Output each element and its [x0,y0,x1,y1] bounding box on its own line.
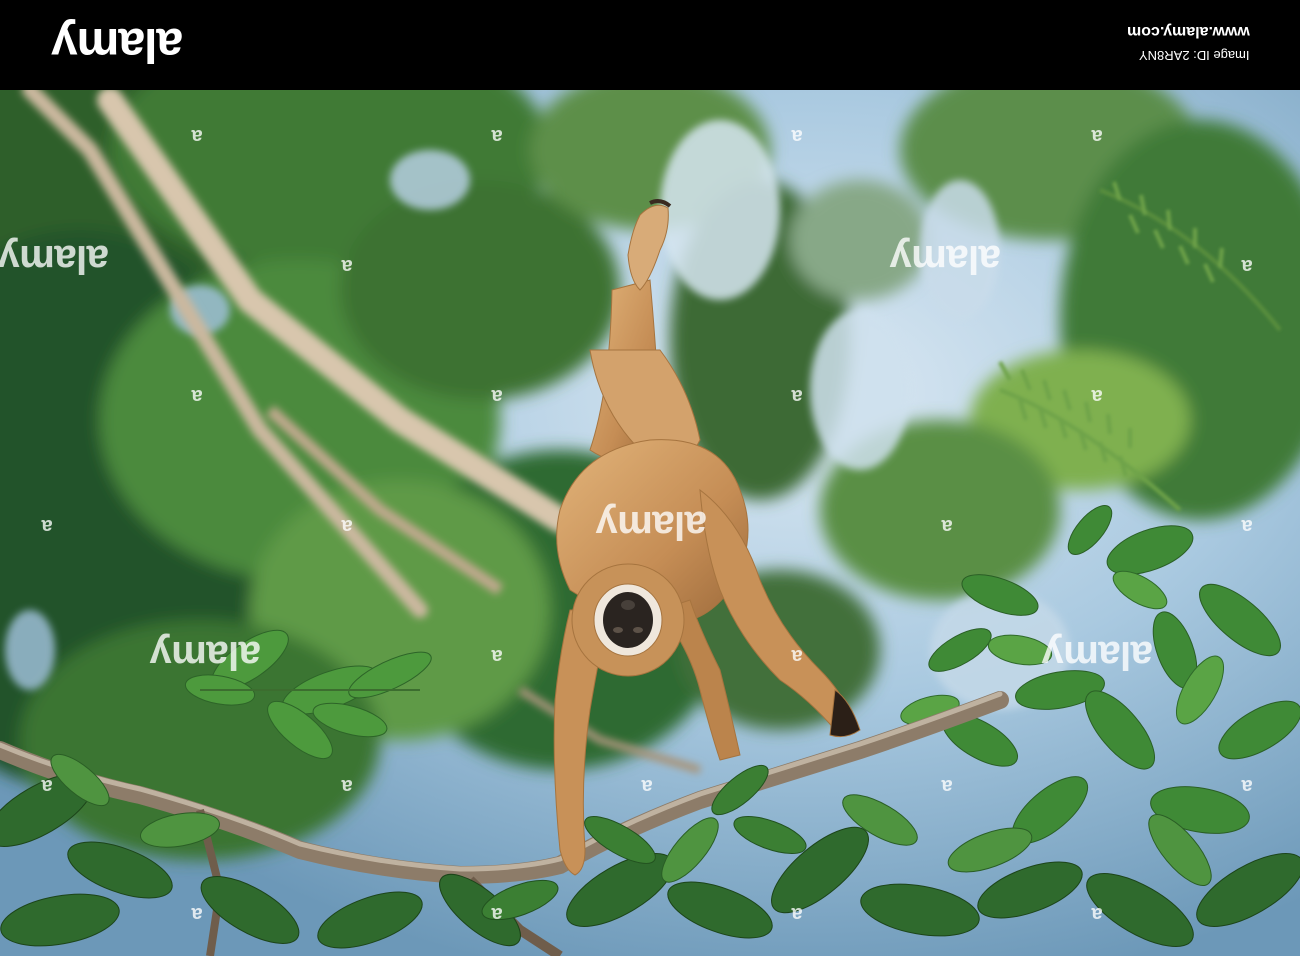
watermark-glyph: a [942,515,953,537]
watermark-glyph: a [42,775,53,797]
image-frame: alamy www.alamy.com Image ID: 2AR8NY ala… [0,0,1300,956]
alamy-logo: alamy [52,18,184,71]
watermark-glyph: a [642,775,653,797]
alamy-watermark: alamy [1042,633,1153,677]
watermark-glyph: a [1092,125,1103,147]
watermark-glyph: a [942,775,953,797]
watermark-glyph: a [192,125,203,147]
watermark-glyph: a [492,903,503,925]
watermark-glyph: a [342,515,353,537]
watermark-glyph: a [192,903,203,925]
watermark-glyph: a [492,385,503,407]
source-url: www.alamy.com [1127,23,1250,40]
image-id-label: Image ID: 2AR8NY [1139,48,1250,63]
watermark-glyph: a [1242,255,1253,277]
alamy-watermark: alamy [596,503,707,547]
watermark-header-bar: alamy www.alamy.com Image ID: 2AR8NY [0,0,1300,90]
gibbon-photo: alamy alamy alamy alamy alamy a a a a a … [0,90,1300,956]
watermark-glyph: a [792,645,803,667]
watermark-glyph: a [792,125,803,147]
watermark-glyph: a [792,903,803,925]
watermark-glyph: a [492,645,503,667]
alamy-watermark: alamy [0,237,109,281]
watermark-glyph: a [492,125,503,147]
watermark-glyph: a [1092,903,1103,925]
alamy-watermark: alamy [890,237,1001,281]
watermark-glyph: a [1242,515,1253,537]
watermark-glyph: a [42,515,53,537]
watermark-glyph: a [792,385,803,407]
watermark-glyph: a [342,255,353,277]
alamy-watermark: alamy [150,633,261,677]
watermark-glyph: a [1092,385,1103,407]
watermark-glyph: a [1242,775,1253,797]
watermark-glyph: a [192,385,203,407]
watermark-glyph: a [342,775,353,797]
